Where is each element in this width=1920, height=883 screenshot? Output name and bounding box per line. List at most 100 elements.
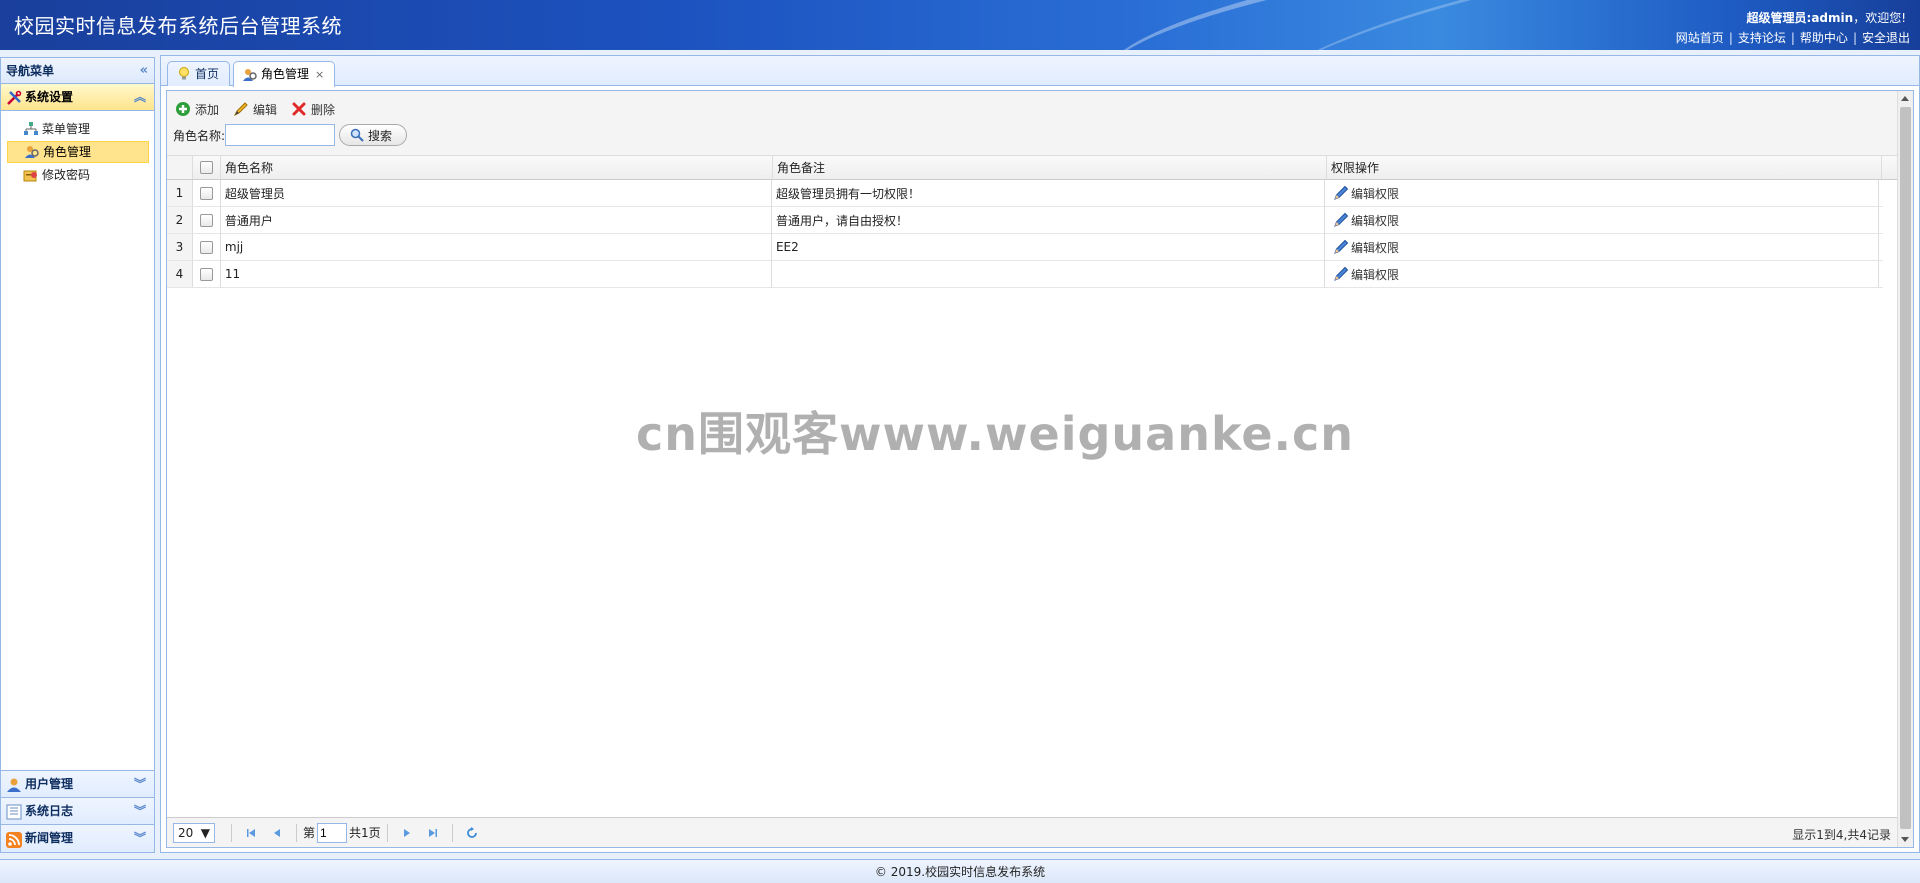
last-page-icon[interactable]: [423, 823, 443, 843]
collapse-left-icon[interactable]: «: [140, 58, 148, 84]
app-header: 校园实时信息发布系统后台管理系统 超级管理员:admin，欢迎您! 网站首页 | 支…: [0, 0, 1920, 50]
pencil-icon: [1333, 185, 1349, 201]
role-name-search-input[interactable]: [225, 124, 336, 146]
accordion-user-management[interactable]: 用户管理 ︾: [1, 771, 154, 798]
link-separator: |: [1852, 31, 1857, 45]
role-remark-cell: EE2: [772, 234, 1325, 260]
search-button[interactable]: 搜索: [339, 124, 408, 146]
sidebar-title-text: 导航菜单: [6, 64, 55, 78]
edit-permission-link[interactable]: 编辑权限: [1333, 266, 1399, 283]
row-checkbox[interactable]: [199, 213, 213, 227]
grid-body: 1 超级管理员 超级管理员拥有一切权限！ 编辑权限 2 普通用户 普通用户，请自由授权！ 编辑…: [167, 180, 1897, 288]
pager-separator: [386, 823, 388, 842]
tab-label: 角色管理: [261, 67, 310, 81]
add-button[interactable]: 添加: [175, 101, 219, 118]
accordion-label: 用户管理: [25, 776, 74, 791]
row-number: 2: [167, 207, 193, 233]
role-remark-cell: [772, 261, 1325, 287]
top-links: 网站首页 | 支持论坛 | 帮助中心 | 安全退出: [1676, 29, 1910, 46]
page-size-value: 20: [178, 825, 194, 840]
column-header-permission-op[interactable]: 权限操作: [1327, 156, 1882, 179]
tools-icon: [6, 89, 22, 105]
row-checkbox-cell: [193, 180, 221, 206]
role-icon: [242, 67, 258, 83]
search-button-label: 搜索: [368, 128, 393, 143]
sidebar-item-menu-management[interactable]: 菜单管理: [7, 118, 149, 140]
table-row[interactable]: 2 普通用户 普通用户，请自由授权！ 编辑权限: [167, 207, 1883, 234]
role-icon: [24, 144, 40, 160]
first-page-icon[interactable]: [241, 823, 261, 843]
edit-permission-label: 编辑权限: [1350, 186, 1399, 201]
delete-button[interactable]: 删除: [291, 101, 335, 118]
link-help-center[interactable]: 帮助中心: [1800, 31, 1848, 45]
bulb-icon: [176, 66, 192, 82]
row-checkbox-cell: [193, 207, 221, 233]
accordion-system-settings[interactable]: 系统设置 ︽: [1, 84, 154, 111]
next-page-icon[interactable]: [397, 823, 417, 843]
permission-op-cell: 编辑权限: [1325, 234, 1879, 260]
footer: © 2019.校园实时信息发布系统: [0, 859, 1920, 883]
main-tabs-panel: 首页 角色管理 × 添加 编辑 删除 角色名称: 搜索 角色名称 角色备注 权限…: [160, 55, 1920, 853]
column-header-role-remark[interactable]: 角色备注: [773, 156, 1327, 179]
chevron-down-icon[interactable]: ︾: [134, 771, 146, 798]
toolbar: 添加 编辑 删除: [167, 91, 1913, 121]
row-filler: [1879, 234, 1883, 260]
table-row[interactable]: 3 mjj EE2 编辑权限: [167, 234, 1883, 261]
edit-button[interactable]: 编辑: [233, 101, 277, 118]
row-filler: [1879, 180, 1883, 206]
rss-icon: [6, 831, 22, 848]
page-size-select[interactable]: 20 ▼: [173, 822, 215, 843]
page-number-input[interactable]: [317, 822, 348, 843]
column-header-role-name[interactable]: 角色名称: [221, 156, 773, 179]
row-checkbox[interactable]: [199, 267, 213, 281]
tab-role-management[interactable]: 角色管理 ×: [233, 61, 336, 87]
table-row[interactable]: 4 11 编辑权限: [167, 261, 1883, 288]
row-number-header: [167, 156, 193, 179]
role-name-cell: 普通用户: [221, 207, 772, 233]
edit-permission-label: 编辑权限: [1350, 267, 1399, 282]
row-checkbox[interactable]: [199, 240, 213, 254]
prev-page-icon[interactable]: [267, 823, 287, 843]
scroll-thumb[interactable]: [1900, 107, 1911, 829]
pager-info: 显示1到4,共4记录: [1792, 828, 1891, 842]
row-checkbox-cell: [193, 234, 221, 260]
menu-tree: 菜单管理 角色管理 修改密码: [1, 111, 154, 186]
password-icon: [23, 167, 39, 183]
tabs-bar: 首页 角色管理 ×: [161, 56, 1919, 87]
refresh-icon[interactable]: [462, 823, 482, 843]
sidebar-item-label: 角色管理: [43, 145, 92, 159]
role-name-cell: 11: [221, 261, 772, 287]
scroll-up-icon[interactable]: [1901, 96, 1909, 101]
edit-permission-link[interactable]: 编辑权限: [1333, 212, 1399, 229]
chevron-down-icon[interactable]: ︾: [134, 825, 146, 852]
link-site-home[interactable]: 网站首页: [1676, 31, 1724, 45]
log-icon: [6, 803, 22, 820]
role-remark-cell: 超级管理员拥有一切权限！: [772, 180, 1325, 206]
permission-op-cell: 编辑权限: [1325, 180, 1879, 206]
dropdown-arrow-icon: ▼: [200, 825, 210, 840]
close-icon[interactable]: ×: [315, 63, 324, 86]
edit-permission-link[interactable]: 编辑权限: [1333, 185, 1399, 202]
accordion-label: 系统日志: [25, 803, 74, 818]
chevron-up-icon[interactable]: ︽: [134, 84, 146, 111]
select-all-checkbox[interactable]: [200, 161, 213, 174]
link-logout[interactable]: 安全退出: [1862, 31, 1910, 45]
sidebar-item-change-password[interactable]: 修改密码: [7, 164, 149, 186]
chevron-down-icon[interactable]: ︾: [134, 798, 146, 825]
vertical-scrollbar[interactable]: [1897, 91, 1913, 847]
sidebar-item-role-management[interactable]: 角色管理: [7, 141, 149, 163]
row-checkbox[interactable]: [199, 186, 213, 200]
link-support-forum[interactable]: 支持论坛: [1738, 31, 1786, 45]
row-number: 4: [167, 261, 193, 287]
role-management-content: 添加 编辑 删除 角色名称: 搜索 角色名称 角色备注 权限操作 1 超级管理员…: [166, 90, 1914, 848]
accordion-system-log[interactable]: 系统日志 ︾: [1, 798, 154, 825]
scroll-down-icon[interactable]: [1901, 837, 1909, 842]
tab-label: 首页: [195, 66, 220, 81]
edit-permission-link[interactable]: 编辑权限: [1333, 239, 1399, 256]
role-name-cell: 超级管理员: [221, 180, 772, 206]
accordion-news-management[interactable]: 新闻管理 ︾: [1, 825, 154, 852]
user-icon: [6, 776, 22, 792]
table-row[interactable]: 1 超级管理员 超级管理员拥有一切权限！ 编辑权限: [167, 180, 1883, 207]
pager-separator: [231, 823, 232, 842]
tab-home[interactable]: 首页: [167, 61, 231, 86]
